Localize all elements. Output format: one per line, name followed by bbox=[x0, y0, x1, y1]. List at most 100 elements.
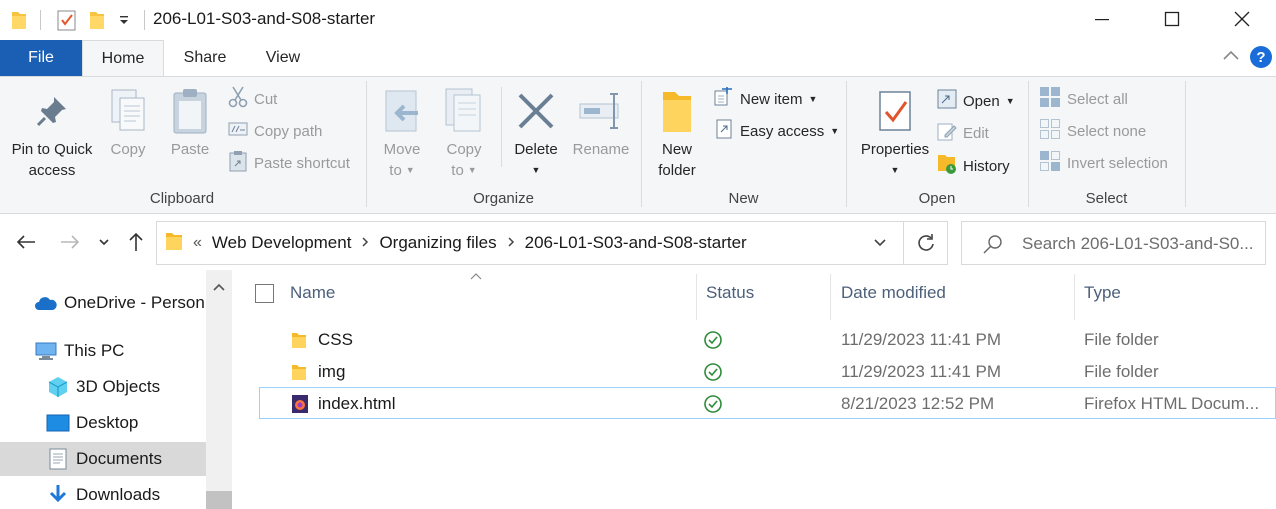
breadcrumb-web-development[interactable]: Web Development bbox=[212, 233, 352, 253]
breadcrumb-chevron-icon[interactable] bbox=[361, 236, 369, 251]
nav-item-desktop[interactable]: Desktop bbox=[0, 406, 206, 440]
customize-qat-chevron-icon[interactable] bbox=[118, 8, 130, 32]
maximize-button[interactable] bbox=[1138, 0, 1206, 38]
new-group: New folder New item ▼ Easy access ▼ New bbox=[642, 77, 845, 213]
tab-view[interactable]: View bbox=[244, 40, 322, 76]
column-header-date-modified[interactable]: Date modified bbox=[841, 270, 946, 316]
history-icon bbox=[937, 153, 957, 179]
folder-icon bbox=[165, 231, 183, 256]
paste-shortcut-button[interactable]: Paste shortcut bbox=[228, 150, 350, 176]
file-date: 11/29/2023 11:41 PM bbox=[841, 330, 1002, 349]
open-group: Properties ▼ Open ▼ Edit History Open bbox=[847, 77, 1027, 213]
ribbon-tabs: File Home Share View ? bbox=[0, 40, 1276, 77]
tab-share[interactable]: Share bbox=[166, 40, 244, 76]
easy-access-icon bbox=[714, 118, 734, 144]
edit-button[interactable]: Edit bbox=[937, 120, 989, 146]
paste-button[interactable]: Paste bbox=[164, 83, 216, 160]
help-button[interactable]: ? bbox=[1250, 46, 1272, 68]
refresh-button[interactable] bbox=[903, 222, 947, 264]
select-none-button[interactable]: Select none bbox=[1039, 118, 1146, 144]
copy-icon bbox=[108, 83, 148, 139]
history-button[interactable]: History bbox=[937, 153, 1010, 179]
easy-access-button[interactable]: Easy access ▼ bbox=[714, 118, 839, 144]
invert-selection-button[interactable]: Invert selection bbox=[1039, 150, 1168, 176]
file-type: Firefox HTML Docum... bbox=[1084, 394, 1260, 413]
sync-status-check-icon bbox=[703, 324, 723, 356]
tab-home[interactable]: Home bbox=[82, 40, 164, 77]
paste-shortcut-icon bbox=[228, 150, 248, 176]
scroll-thumb[interactable] bbox=[206, 491, 232, 509]
paste-icon bbox=[171, 83, 209, 139]
rename-icon bbox=[578, 83, 624, 139]
collapse-ribbon-chevron-icon[interactable] bbox=[1222, 48, 1240, 66]
file-row-index-html[interactable]: index.html 8/21/2023 12:52 PM Firefox HT… bbox=[259, 387, 1276, 419]
copy-button[interactable]: Copy bbox=[102, 83, 154, 160]
onedrive-cloud-icon bbox=[34, 292, 58, 314]
properties-qat-icon[interactable] bbox=[56, 8, 78, 32]
new-folder-qat-icon[interactable] bbox=[88, 8, 106, 32]
scissors-icon bbox=[228, 86, 248, 112]
address-history-chevron-icon[interactable] bbox=[859, 222, 901, 264]
forward-button[interactable] bbox=[56, 228, 84, 256]
nav-item-this-pc[interactable]: This PC bbox=[0, 334, 206, 368]
file-row-css[interactable]: CSS 11/29/2023 11:41 PM File folder bbox=[259, 324, 1276, 356]
open-icon bbox=[937, 89, 957, 113]
column-header-type[interactable]: Type bbox=[1084, 270, 1121, 316]
pin-to-quick-access-button[interactable]: Pin to Quick access bbox=[8, 83, 96, 181]
file-date: 8/21/2023 12:52 PM bbox=[841, 394, 995, 413]
new-folder-icon bbox=[659, 83, 695, 139]
new-item-button[interactable]: New item ▼ bbox=[714, 86, 817, 112]
new-group-label: New bbox=[728, 190, 759, 207]
breadcrumb-current-folder[interactable]: 206-L01-S03-and-S08-starter bbox=[525, 233, 747, 253]
navigation-pane: OneDrive - Person This PC 3D Objects Des… bbox=[0, 270, 233, 509]
scroll-up-chevron-icon[interactable] bbox=[206, 274, 232, 300]
delete-button[interactable]: Delete ▼ bbox=[509, 83, 563, 181]
file-name: index.html bbox=[318, 394, 396, 413]
nav-item-downloads[interactable]: Downloads bbox=[0, 478, 206, 509]
select-group-label: Select bbox=[1085, 190, 1128, 207]
column-header-name[interactable]: Name bbox=[290, 270, 335, 316]
copy-to-button[interactable]: Copy to ▼ bbox=[439, 83, 489, 181]
copy-path-button[interactable]: Copy path bbox=[228, 118, 322, 144]
organize-group-label: Organize bbox=[473, 190, 534, 207]
select-all-button[interactable]: Select all bbox=[1039, 86, 1128, 112]
minimize-button[interactable] bbox=[1068, 0, 1136, 38]
sort-ascending-chevron-icon bbox=[470, 271, 482, 283]
nav-item-3d-objects[interactable]: 3D Objects bbox=[0, 370, 206, 404]
cut-button[interactable]: Cut bbox=[228, 86, 277, 112]
copy-path-icon bbox=[228, 122, 248, 140]
tab-file[interactable]: File bbox=[0, 40, 82, 76]
search-input[interactable]: Search 206-L01-S03-and-S0... bbox=[1022, 234, 1260, 254]
clipboard-group-label: Clipboard bbox=[149, 190, 215, 207]
open-button[interactable]: Open ▼ bbox=[937, 88, 1015, 114]
close-button[interactable] bbox=[1208, 0, 1276, 38]
search-box[interactable]: Search 206-L01-S03-and-S0... bbox=[961, 221, 1266, 265]
up-button[interactable] bbox=[122, 228, 150, 256]
nav-pane-scrollbar[interactable] bbox=[206, 270, 232, 509]
nav-item-documents[interactable]: Documents bbox=[0, 442, 206, 476]
new-folder-button[interactable]: New folder bbox=[650, 83, 704, 181]
select-all-checkbox[interactable] bbox=[255, 284, 274, 303]
breadcrumb-chevron-icon[interactable] bbox=[507, 236, 515, 251]
recent-locations-chevron-icon[interactable] bbox=[92, 228, 116, 256]
breadcrumb-overflow[interactable]: « bbox=[193, 234, 202, 252]
file-list: Name Status Date modified Type CSS 11/29… bbox=[233, 270, 1276, 509]
nav-item-onedrive[interactable]: OneDrive - Person bbox=[0, 286, 206, 320]
back-button[interactable] bbox=[12, 228, 40, 256]
invert-selection-icon bbox=[1039, 150, 1061, 176]
address-bar[interactable]: « Web Development Organizing files 206-L… bbox=[156, 221, 948, 265]
file-row-img[interactable]: img 11/29/2023 11:41 PM File folder bbox=[259, 356, 1276, 388]
this-pc-icon bbox=[34, 340, 58, 362]
pin-icon bbox=[34, 83, 70, 139]
copy-to-icon bbox=[442, 83, 486, 139]
file-type: File folder bbox=[1084, 330, 1159, 349]
sync-status-check-icon bbox=[703, 388, 723, 420]
move-to-button[interactable]: Move to ▼ bbox=[377, 83, 427, 181]
organize-group: Move to ▼ Copy to ▼ Delete ▼ Rename Organi… bbox=[367, 77, 640, 213]
breadcrumb-organizing-files[interactable]: Organizing files bbox=[379, 233, 496, 253]
properties-button[interactable]: Properties ▼ bbox=[853, 83, 937, 181]
sync-status-check-icon bbox=[703, 356, 723, 388]
rename-button[interactable]: Rename bbox=[569, 83, 633, 160]
column-header-status[interactable]: Status bbox=[706, 270, 754, 316]
file-type: File folder bbox=[1084, 362, 1159, 381]
